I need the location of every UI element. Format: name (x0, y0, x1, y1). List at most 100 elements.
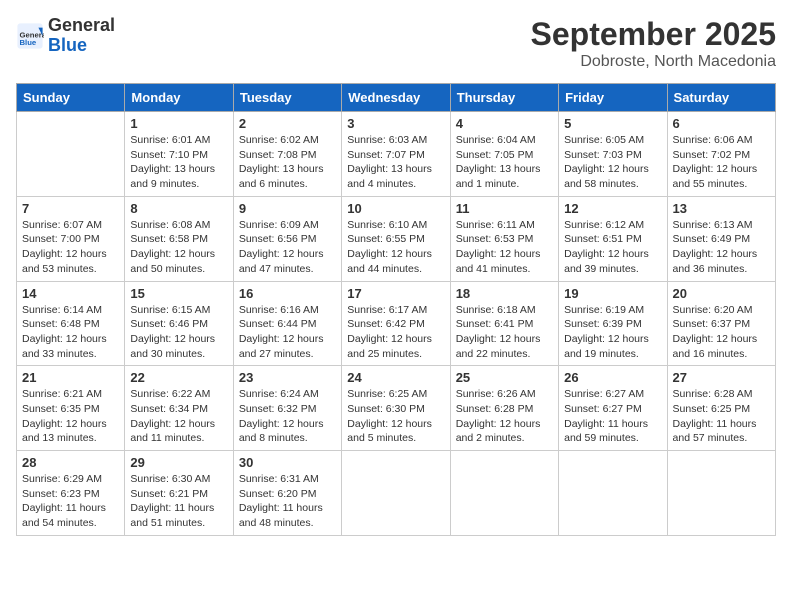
day-number: 10 (347, 201, 444, 216)
calendar-cell (17, 112, 125, 197)
calendar-week-row: 14 Sunrise: 6:14 AMSunset: 6:48 PMDayligh… (17, 281, 776, 366)
calendar-cell (342, 451, 450, 536)
day-number: 2 (239, 116, 336, 131)
calendar-cell: 10 Sunrise: 6:10 AMSunset: 6:55 PMDayligh… (342, 196, 450, 281)
day-number: 12 (564, 201, 661, 216)
calendar-cell: 6 Sunrise: 6:06 AMSunset: 7:02 PMDaylight… (667, 112, 775, 197)
calendar-cell: 11 Sunrise: 6:11 AMSunset: 6:53 PMDayligh… (450, 196, 558, 281)
calendar: SundayMondayTuesdayWednesdayThursdayFrid… (16, 83, 776, 536)
day-number: 21 (22, 370, 119, 385)
svg-text:Blue: Blue (20, 38, 37, 47)
day-number: 25 (456, 370, 553, 385)
day-number: 30 (239, 455, 336, 470)
day-info: Sunrise: 6:22 AMSunset: 6:34 PMDaylight:… (130, 387, 227, 446)
column-header-saturday: Saturday (667, 84, 775, 112)
day-number: 29 (130, 455, 227, 470)
calendar-cell: 2Sunrise: 6:02 AMSunset: 7:08 PMDaylight… (233, 112, 341, 197)
calendar-cell (667, 451, 775, 536)
logo: General Blue General Blue (16, 16, 115, 56)
calendar-cell: 16Sunrise: 6:16 AMSunset: 6:44 PMDayligh… (233, 281, 341, 366)
calendar-cell: 15 Sunrise: 6:15 AMSunset: 6:46 PMDayligh… (125, 281, 233, 366)
calendar-cell: 3 Sunrise: 6:03 AMSunset: 7:07 PMDaylight… (342, 112, 450, 197)
day-number: 9 (239, 201, 336, 216)
calendar-week-row: 28 Sunrise: 6:29 AMSunset: 6:23 PMDayligh… (17, 451, 776, 536)
day-info: Sunrise: 6:14 AMSunset: 6:48 PMDaylight:… (22, 303, 119, 362)
column-header-wednesday: Wednesday (342, 84, 450, 112)
day-info: Sunrise: 6:26 AMSunset: 6:28 PMDaylight:… (456, 387, 553, 446)
calendar-cell: 24Sunrise: 6:25 AMSunset: 6:30 PMDayligh… (342, 366, 450, 451)
logo-blue-text: Blue (48, 35, 87, 55)
day-number: 4 (456, 116, 553, 131)
day-info: Sunrise: 6:13 AMSunset: 6:49 PMDaylight:… (673, 218, 770, 277)
calendar-week-row: 7 Sunrise: 6:07 AMSunset: 7:00 PMDaylight… (17, 196, 776, 281)
day-info: Sunrise: 6:09 AMSunset: 6:56 PMDaylight:… (239, 218, 336, 277)
day-number: 22 (130, 370, 227, 385)
day-number: 3 (347, 116, 444, 131)
day-info: Sunrise: 6:16 AMSunset: 6:44 PMDaylight:… (239, 303, 336, 362)
day-info: Sunrise: 6:27 AMSunset: 6:27 PMDaylight:… (564, 387, 661, 446)
calendar-week-row: 21 Sunrise: 6:21 AMSunset: 6:35 PMDayligh… (17, 366, 776, 451)
day-info: Sunrise: 6:20 AMSunset: 6:37 PMDaylight:… (673, 303, 770, 362)
day-number: 11 (456, 201, 553, 216)
calendar-cell: 27 Sunrise: 6:28 AMSunset: 6:25 PMDayligh… (667, 366, 775, 451)
column-header-friday: Friday (559, 84, 667, 112)
day-number: 28 (22, 455, 119, 470)
calendar-cell: 7 Sunrise: 6:07 AMSunset: 7:00 PMDaylight… (17, 196, 125, 281)
calendar-header-row: SundayMondayTuesdayWednesdayThursdayFrid… (17, 84, 776, 112)
calendar-cell: 13 Sunrise: 6:13 AMSunset: 6:49 PMDayligh… (667, 196, 775, 281)
day-number: 13 (673, 201, 770, 216)
day-info: Sunrise: 6:03 AMSunset: 7:07 PMDaylight:… (347, 133, 444, 192)
calendar-cell: 14 Sunrise: 6:14 AMSunset: 6:48 PMDayligh… (17, 281, 125, 366)
calendar-cell (559, 451, 667, 536)
calendar-cell: 22 Sunrise: 6:22 AMSunset: 6:34 PMDayligh… (125, 366, 233, 451)
calendar-cell: 12Sunrise: 6:12 AMSunset: 6:51 PMDayligh… (559, 196, 667, 281)
day-info: Sunrise: 6:06 AMSunset: 7:02 PMDaylight:… (673, 133, 770, 192)
month-title: September 2025 (531, 16, 776, 53)
calendar-cell: 1Sunrise: 6:01 AMSunset: 7:10 PMDaylight… (125, 112, 233, 197)
day-number: 7 (22, 201, 119, 216)
day-number: 1 (130, 116, 227, 131)
day-info: Sunrise: 6:11 AMSunset: 6:53 PMDaylight:… (456, 218, 553, 277)
calendar-cell: 26 Sunrise: 6:27 AMSunset: 6:27 PMDayligh… (559, 366, 667, 451)
column-header-thursday: Thursday (450, 84, 558, 112)
day-info: Sunrise: 6:08 AMSunset: 6:58 PMDaylight:… (130, 218, 227, 277)
day-info: Sunrise: 6:07 AMSunset: 7:00 PMDaylight:… (22, 218, 119, 277)
day-number: 14 (22, 286, 119, 301)
calendar-cell: 21 Sunrise: 6:21 AMSunset: 6:35 PMDayligh… (17, 366, 125, 451)
logo-general-text: General (48, 15, 115, 35)
calendar-cell: 28 Sunrise: 6:29 AMSunset: 6:23 PMDayligh… (17, 451, 125, 536)
day-number: 26 (564, 370, 661, 385)
day-info: Sunrise: 6:24 AMSunset: 6:32 PMDaylight:… (239, 387, 336, 446)
day-info: Sunrise: 6:05 AMSunset: 7:03 PMDaylight:… (564, 133, 661, 192)
calendar-cell: 20 Sunrise: 6:20 AMSunset: 6:37 PMDayligh… (667, 281, 775, 366)
day-number: 20 (673, 286, 770, 301)
calendar-cell: 29 Sunrise: 6:30 AMSunset: 6:21 PMDayligh… (125, 451, 233, 536)
calendar-cell: 23Sunrise: 6:24 AMSunset: 6:32 PMDayligh… (233, 366, 341, 451)
calendar-cell: 25 Sunrise: 6:26 AMSunset: 6:28 PMDayligh… (450, 366, 558, 451)
day-info: Sunrise: 6:10 AMSunset: 6:55 PMDaylight:… (347, 218, 444, 277)
day-number: 19 (564, 286, 661, 301)
day-info: Sunrise: 6:18 AMSunset: 6:41 PMDaylight:… (456, 303, 553, 362)
day-info: Sunrise: 6:28 AMSunset: 6:25 PMDaylight:… (673, 387, 770, 446)
calendar-week-row: 1Sunrise: 6:01 AMSunset: 7:10 PMDaylight… (17, 112, 776, 197)
column-header-sunday: Sunday (17, 84, 125, 112)
day-number: 27 (673, 370, 770, 385)
day-number: 5 (564, 116, 661, 131)
day-info: Sunrise: 6:29 AMSunset: 6:23 PMDaylight:… (22, 472, 119, 531)
day-number: 8 (130, 201, 227, 216)
day-number: 15 (130, 286, 227, 301)
day-info: Sunrise: 6:21 AMSunset: 6:35 PMDaylight:… (22, 387, 119, 446)
calendar-cell: 9 Sunrise: 6:09 AMSunset: 6:56 PMDaylight… (233, 196, 341, 281)
day-info: Sunrise: 6:17 AMSunset: 6:42 PMDaylight:… (347, 303, 444, 362)
day-info: Sunrise: 6:04 AMSunset: 7:05 PMDaylight:… (456, 133, 553, 192)
day-info: Sunrise: 6:30 AMSunset: 6:21 PMDaylight:… (130, 472, 227, 531)
day-info: Sunrise: 6:15 AMSunset: 6:46 PMDaylight:… (130, 303, 227, 362)
calendar-cell: 17 Sunrise: 6:17 AMSunset: 6:42 PMDayligh… (342, 281, 450, 366)
day-info: Sunrise: 6:25 AMSunset: 6:30 PMDaylight:… (347, 387, 444, 446)
calendar-cell (450, 451, 558, 536)
calendar-cell: 19 Sunrise: 6:19 AMSunset: 6:39 PMDayligh… (559, 281, 667, 366)
day-number: 17 (347, 286, 444, 301)
day-info: Sunrise: 6:19 AMSunset: 6:39 PMDaylight:… (564, 303, 661, 362)
calendar-cell: 5 Sunrise: 6:05 AMSunset: 7:03 PMDaylight… (559, 112, 667, 197)
day-number: 6 (673, 116, 770, 131)
